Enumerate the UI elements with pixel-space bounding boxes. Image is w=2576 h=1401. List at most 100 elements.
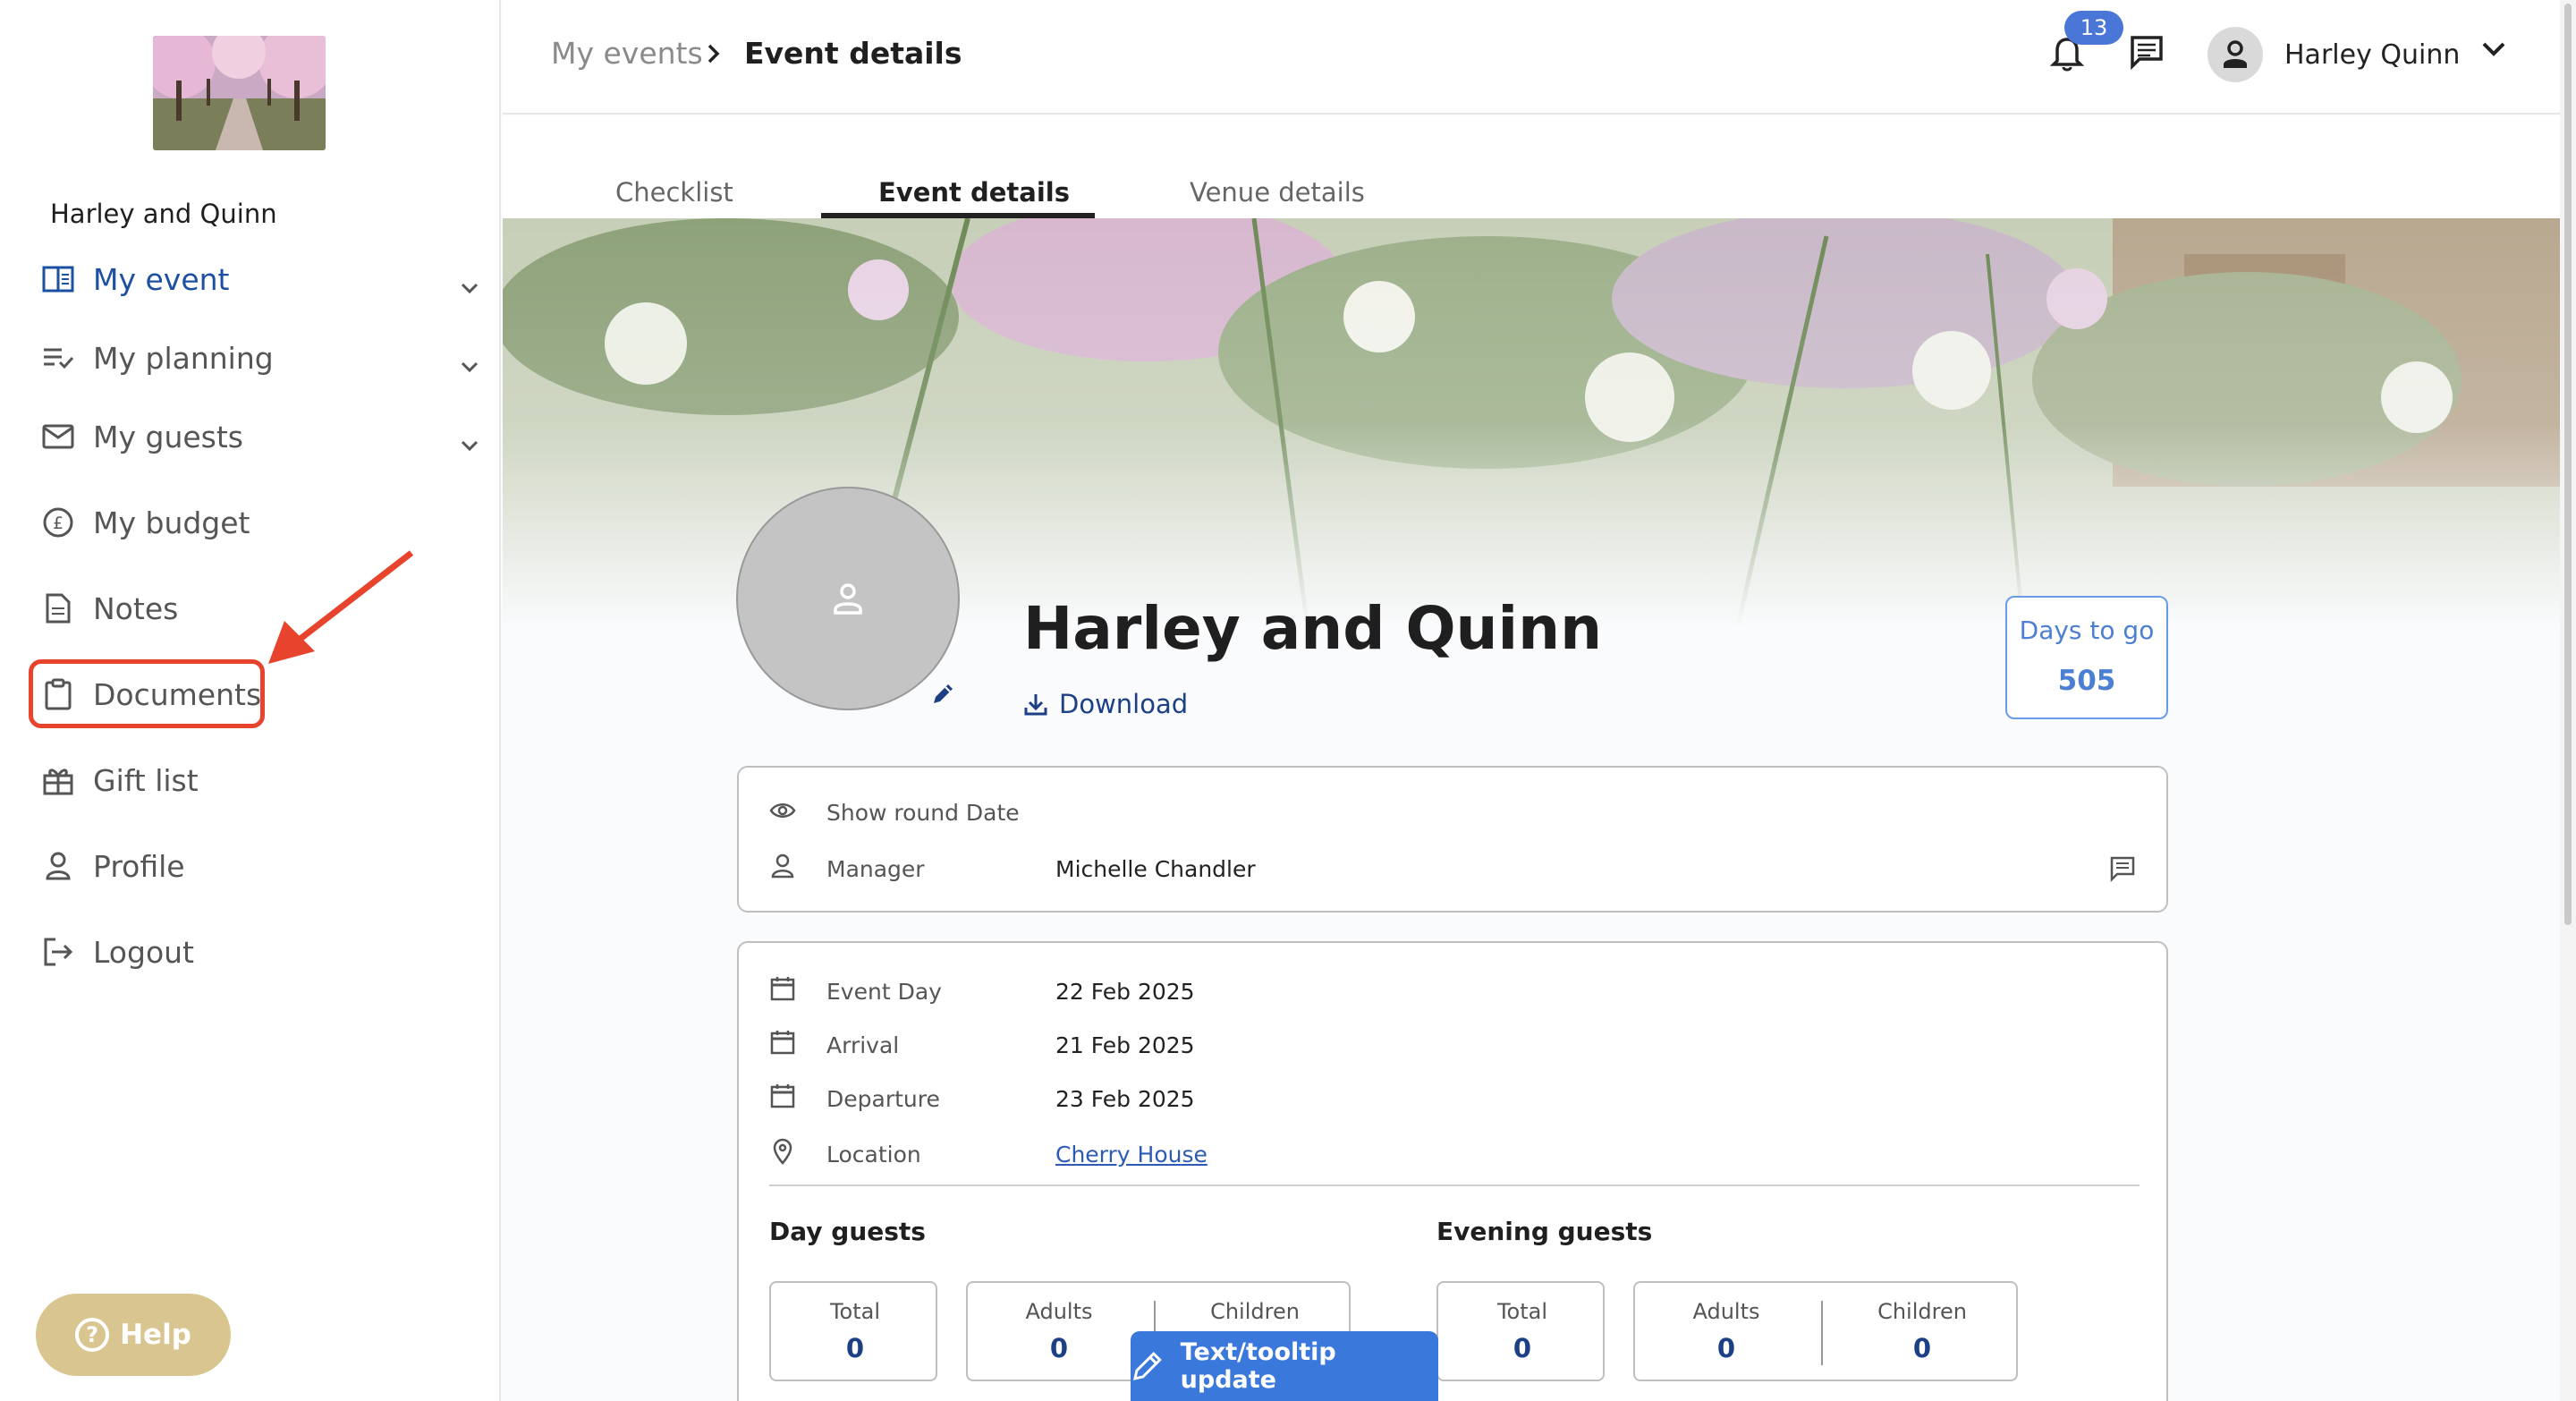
document-icon (41, 591, 75, 625)
event-cover-thumbnail (153, 36, 326, 150)
eye-icon (769, 800, 796, 826)
sidebar-item-label: My budget (93, 505, 250, 540)
sidebar-item-my-planning[interactable]: My planning (41, 331, 479, 385)
breadcrumb-current: Event details (744, 36, 962, 71)
stat-value: 0 (1912, 1333, 1932, 1363)
help-label: Help (120, 1319, 191, 1351)
evening-guests-total: Total 0 (1436, 1281, 1605, 1381)
event-avatar[interactable] (736, 487, 960, 710)
gift-icon (41, 763, 75, 797)
manager-label: Manager (826, 855, 925, 882)
tab-bar: Checklist Event details Venue details (503, 116, 2560, 218)
breadcrumb-my-events[interactable]: My events (551, 36, 703, 71)
arrival-value: 21 Feb 2025 (1055, 1032, 1195, 1058)
person-icon (2224, 40, 2247, 68)
day-guests-title: Day guests (769, 1217, 926, 1246)
notification-badge: 13 (2064, 11, 2123, 45)
departure-label: Departure (826, 1085, 940, 1112)
event-day-row: Event Day 22 Feb 2025 (769, 975, 1195, 1007)
download-icon (1024, 694, 1047, 716)
sidebar-item-profile[interactable]: Profile (41, 839, 479, 893)
departure-value: 23 Feb 2025 (1055, 1085, 1195, 1112)
arrival-label: Arrival (826, 1032, 900, 1058)
tab-checklist[interactable]: Checklist (615, 177, 733, 208)
chevron-down-icon[interactable] (460, 345, 479, 380)
location-link[interactable]: Cherry House (1055, 1142, 1208, 1168)
download-button[interactable]: Download (1023, 689, 1188, 719)
stat-label: Adults (1692, 1299, 1760, 1324)
logout-icon (41, 935, 75, 969)
calendar-icon (769, 1083, 796, 1115)
annotation-highlight-box (29, 659, 265, 728)
help-button[interactable]: ? Help (36, 1294, 231, 1376)
chevron-down-icon[interactable] (2481, 41, 2506, 61)
sidebar-item-label: Profile (93, 848, 185, 884)
svg-text:£: £ (53, 514, 64, 533)
tab-venue-details[interactable]: Venue details (1190, 177, 1365, 208)
sidebar-item-gift-list[interactable]: Gift list (41, 753, 479, 807)
sidebar-item-label: My event (93, 261, 230, 297)
manager-value: Michelle Chandler (1055, 855, 1256, 882)
toast-label: Text/tooltip update (1180, 1338, 1336, 1394)
user-avatar[interactable] (2207, 27, 2263, 82)
book-open-icon (41, 262, 75, 296)
chevron-down-icon[interactable] (460, 424, 479, 459)
show-round-date-row[interactable]: Show round Date (769, 800, 1020, 826)
sidebar-event-name: Harley and Quinn (50, 199, 277, 229)
pencil-icon (1132, 1352, 1162, 1380)
stat-label: Total (829, 1299, 881, 1324)
sidebar-item-label: Gift list (93, 762, 199, 798)
stat-value: 0 (1049, 1333, 1069, 1363)
departure-row: Departure 23 Feb 2025 (769, 1083, 1195, 1115)
calendar-icon (769, 1029, 796, 1061)
show-round-date-label: Show round Date (826, 800, 1020, 826)
days-to-go-card: Days to go 505 (2005, 596, 2168, 719)
stat-value: 0 (1513, 1333, 1532, 1363)
scrollbar-thumb[interactable] (2564, 4, 2572, 925)
person-icon (834, 583, 862, 615)
days-to-go-value: 505 (2057, 665, 2116, 697)
pencil-icon[interactable] (930, 680, 957, 710)
stat-label: Children (1210, 1299, 1300, 1324)
top-header: My events Event details 13 Harley Quinn (503, 0, 2560, 115)
divider (769, 1184, 2140, 1186)
day-guests-total: Total 0 (769, 1281, 937, 1381)
event-details-card: Event Day 22 Feb 2025 Arrival 21 Feb 202… (737, 941, 2168, 1401)
message-icon[interactable] (2129, 34, 2165, 73)
question-icon: ? (75, 1318, 110, 1352)
annotation-arrow-icon (268, 550, 414, 664)
arrival-row: Arrival 21 Feb 2025 (769, 1029, 1195, 1061)
location-label: Location (826, 1141, 921, 1168)
days-to-go-label: Days to go (2019, 616, 2155, 645)
sidebar-item-my-budget[interactable]: £ My budget (41, 496, 479, 549)
sidebar-item-label: My planning (93, 340, 274, 376)
user-name[interactable]: Harley Quinn (2284, 39, 2460, 71)
location-pin-icon (769, 1138, 796, 1170)
stat-value: 0 (1716, 1333, 1736, 1363)
stat-label: Adults (1025, 1299, 1093, 1324)
event-info-card: Show round Date Manager Michelle Chandle… (737, 766, 2168, 913)
chevron-down-icon[interactable] (460, 267, 479, 301)
text-tooltip-update-button[interactable]: Text/tooltip update (1131, 1331, 1438, 1401)
stat-value: 0 (845, 1333, 865, 1363)
calendar-icon (769, 975, 796, 1007)
pound-coin-icon: £ (41, 505, 75, 539)
sidebar-item-logout[interactable]: Logout (41, 925, 479, 979)
chevron-right-icon (707, 43, 721, 68)
evening-guests-breakdown: Adults 0 Children 0 (1633, 1281, 2018, 1381)
divider (1821, 1301, 1823, 1365)
mail-icon (41, 420, 75, 454)
sidebar-item-my-guests[interactable]: My guests (41, 410, 479, 463)
tab-event-details[interactable]: Event details (878, 177, 1070, 208)
message-icon[interactable] (2109, 855, 2136, 886)
download-label: Download (1059, 689, 1189, 719)
sidebar: Harley and Quinn My event My planning My… (0, 0, 501, 1401)
stat-label: Total (1496, 1299, 1548, 1324)
location-row: Location Cherry House (769, 1138, 1208, 1170)
sidebar-item-my-event[interactable]: My event (41, 252, 479, 306)
stat-label: Children (1877, 1299, 1967, 1324)
event-title: Harley and Quinn (1023, 594, 1603, 663)
sidebar-item-label: Logout (93, 934, 194, 970)
manager-row: Manager Michelle Chandler (769, 853, 1256, 884)
person-icon (769, 853, 796, 884)
